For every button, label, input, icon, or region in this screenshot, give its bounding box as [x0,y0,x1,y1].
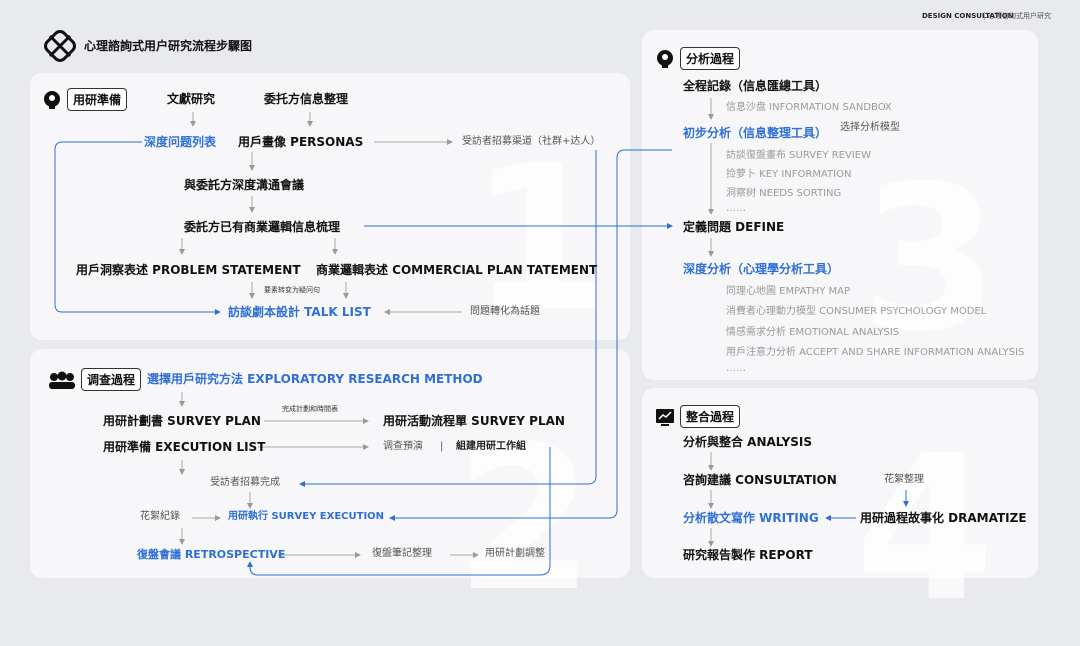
node-commercial-plan: 商業邏輯表述 COMMERCIAL PLAN TATEMENT [316,263,598,277]
note-convert-question: 要素转变为疑问句 [264,286,320,294]
head-icon [655,49,675,69]
node-needs-sorting: 洞察树 NEEDS SORTING [726,188,842,199]
section-investigation-label: 调查過程 [81,368,142,391]
node-analysis-integration: 分析與整合 ANALYSIS [683,435,813,449]
section-integration-label: 整合過程 [680,405,741,428]
node-personas: 用戶畫像 PERSONAS [238,135,364,149]
node-notes: 花絮紀錄 [140,511,180,522]
section-analysis-header: 分析過程 [655,47,741,70]
node-retro-notes: 復盤筆記整理 [372,548,432,559]
node-key-information: 捡萝卜 KEY INFORMATION [726,169,852,180]
node-attention-analysis: 用戶注意力分析 ACCEPT AND SHARE INFORMATION ANA… [726,347,1025,358]
node-survey-review: 訪談復盤畫布 SURVEY REVIEW [726,150,871,161]
node-business-logic: 委託方已有商業邏輯信息梳理 [184,220,341,234]
node-initial-analysis: 初步分析（信息整理工具） [683,126,828,140]
ellipsis-2: …… [726,363,746,374]
head-icon [42,90,62,110]
node-topic-conversion: 問題轉化為話題 [470,306,540,317]
node-emotional-analysis: 情感需求分析 EMOTIONAL ANALYSIS [726,327,900,338]
node-tidbits: 花絮整理 [884,474,924,485]
note-plan-schedule: 完成計劃和時間表 [282,405,338,413]
node-retrospective: 復盤會議 RETROSPECTIVE [137,548,286,561]
node-execution-list: 用研準備 EXECUTION LIST [103,440,266,454]
node-research-method: 選擇用戶研究方法 EXPLORATORY RESEARCH METHOD [147,372,483,386]
node-talk-list: 訪談劇本設計 TALK LIST [228,305,371,319]
ellipsis-1: …… [726,203,746,214]
section-preparation-label: 用研準備 [67,88,128,111]
node-select-model: 选择分析模型 [840,122,900,133]
node-writing: 分析散文寫作 WRITING [683,511,819,525]
section-analysis-label: 分析過程 [680,47,741,70]
node-deep-communication: 與委託方深度溝通會議 [184,178,305,192]
node-team: 組建用研工作組 [456,441,526,452]
node-question-list: 深度问题列表 [144,135,217,149]
node-client-info: 委托方信息整理 [264,92,349,106]
node-deep-analysis: 深度分析（心理學分析工具） [683,262,840,276]
section-investigation-header: 调查過程 [48,368,142,391]
node-full-record: 全程記錄（信息匯總工具） [683,79,828,93]
node-problem-statement: 用戶洞察表述 PROBLEM STATEMENT [76,263,301,277]
chart-icon [655,407,675,427]
node-define: 定義問題 DEFINE [683,220,785,234]
node-report: 研究報告製作 REPORT [683,548,813,562]
section-preparation-header: 用研準備 [42,88,128,111]
node-empathy-map: 同理心地圖 EMPATHY MAP [726,286,850,297]
node-recruit-channel: 受訪者招募渠道（社群+达人） [462,136,601,147]
node-info-sandbox: 信息沙盘 INFORMATION SANDBOX [726,102,892,113]
node-survey-plan: 用研計劃書 SURVEY PLAN [103,414,261,428]
node-consultation: 咨詢建議 CONSULTATION [683,473,837,487]
separator: | [440,441,444,452]
section-integration-header: 整合過程 [655,405,741,428]
node-consumer-psychology: 消費者心理動力模型 CONSUMER PSYCHOLOGY MODEL [726,306,987,317]
node-pretest: 调查預演 [383,441,423,452]
node-dramatize: 用研過程故事化 DRAMATIZE [860,511,1027,525]
node-recruit-done: 受訪者招募完成 [210,477,280,488]
node-literature: 文獻研究 [167,92,216,106]
node-survey-execution: 用研執行 SURVEY EXECUTION [228,511,385,522]
group-icon [48,370,76,390]
node-activity-flow: 用研活動流程單 SURVEY PLAN [383,414,565,428]
node-plan-adjust: 用研計劃調整 [485,548,545,559]
